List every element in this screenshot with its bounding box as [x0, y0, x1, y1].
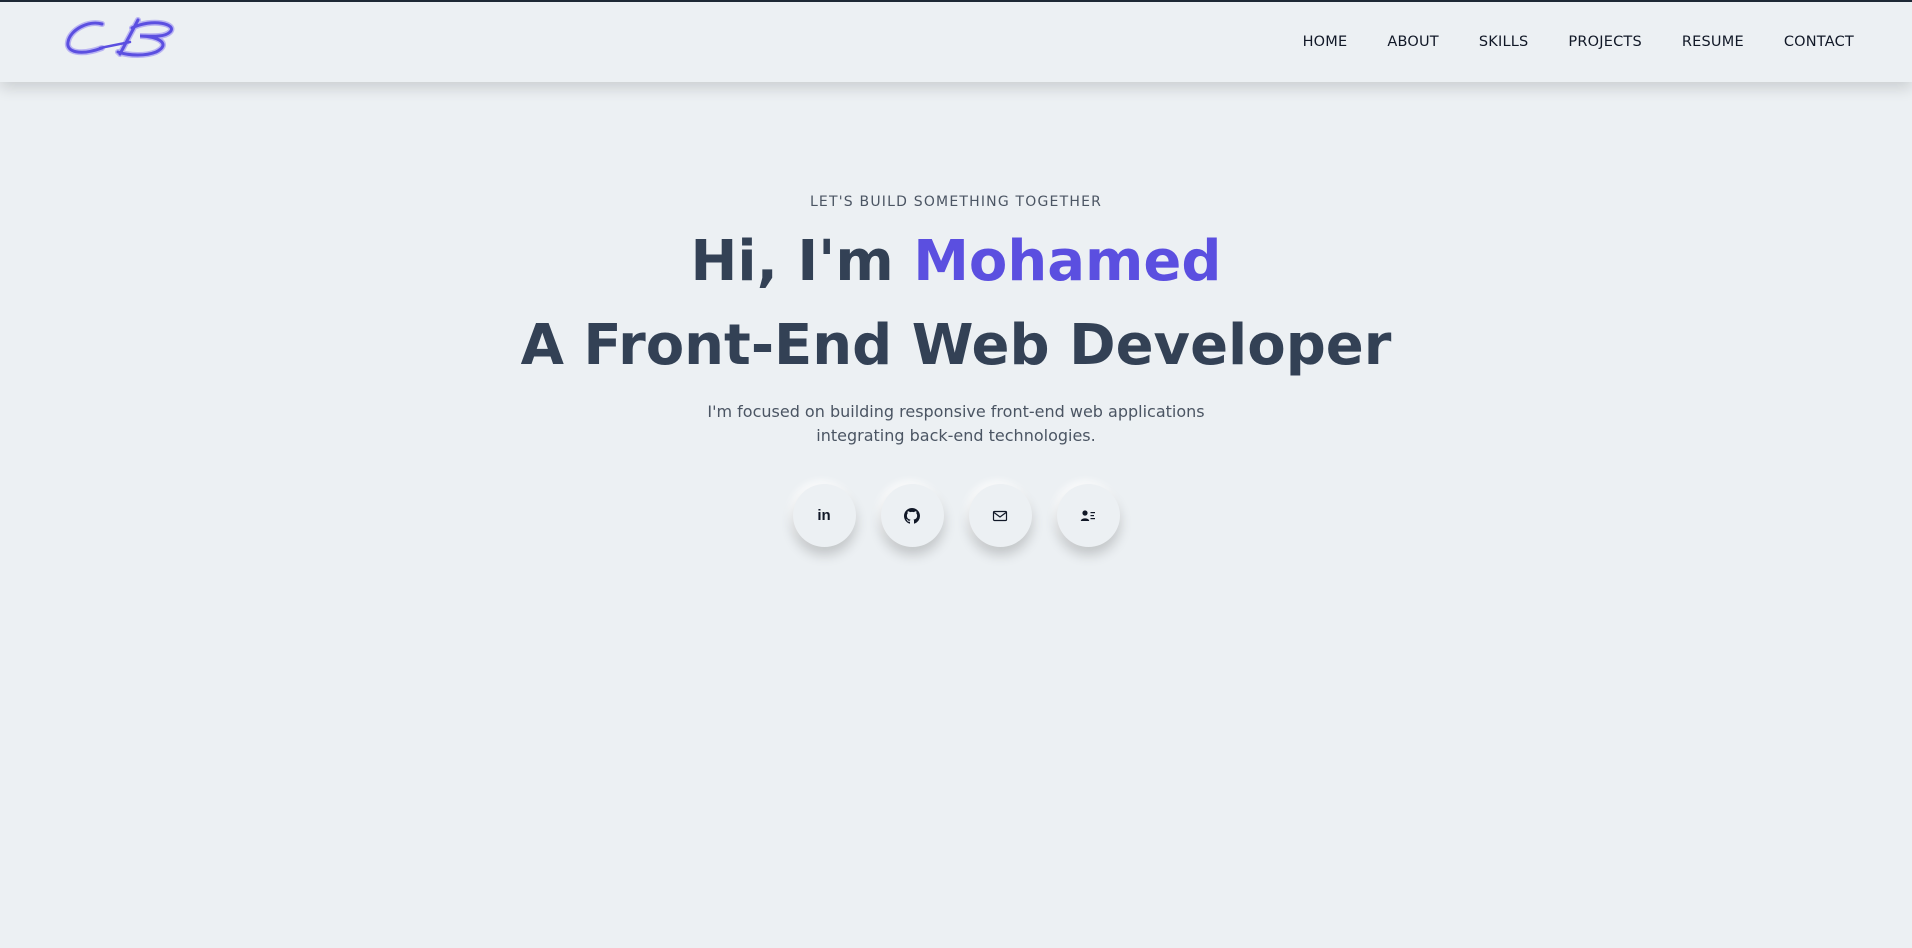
nav-item-home[interactable]: HOME — [1303, 34, 1348, 50]
email-button[interactable] — [968, 484, 1032, 547]
linkedin-button[interactable]: in — [792, 484, 856, 547]
contact-card-button[interactable] — [1056, 484, 1120, 547]
nav-menu: HOME ABOUT SKILLS PROJECTS RESUME CONTAC… — [1303, 2, 1854, 82]
linkedin-icon: in — [817, 507, 831, 524]
signature-logo-icon[interactable] — [60, 14, 190, 64]
nav-item-resume[interactable]: RESUME — [1682, 34, 1744, 50]
nav-item-skills[interactable]: SKILLS — [1479, 34, 1529, 50]
hero-eyebrow: LET'S BUILD SOMETHING TOGETHER — [809, 194, 1103, 210]
social-links: in — [0, 484, 1912, 547]
navbar: HOME ABOUT SKILLS PROJECTS RESUME CONTAC… — [0, 2, 1912, 82]
mail-icon — [992, 510, 1008, 521]
hero-tagline: I'm focused on building responsive front… — [707, 402, 1205, 445]
github-icon — [904, 507, 920, 524]
greeting-prefix: Hi, I'm — [690, 229, 914, 294]
hero-greeting: Hi, I'm Mohamed — [0, 230, 1912, 294]
nav-item-contact[interactable]: CONTACT — [1784, 34, 1854, 50]
hero-role: A Front-End Web Developer — [520, 313, 1392, 378]
nav-item-projects[interactable]: PROJECTS — [1568, 34, 1641, 50]
hero-name: Mohamed — [913, 229, 1222, 294]
hero-section: LET'S BUILD SOMETHING TOGETHER Hi, I'm M… — [0, 192, 1912, 547]
github-button[interactable] — [880, 484, 944, 547]
nav-item-about[interactable]: ABOUT — [1387, 34, 1439, 50]
contact-card-icon — [1080, 509, 1095, 521]
